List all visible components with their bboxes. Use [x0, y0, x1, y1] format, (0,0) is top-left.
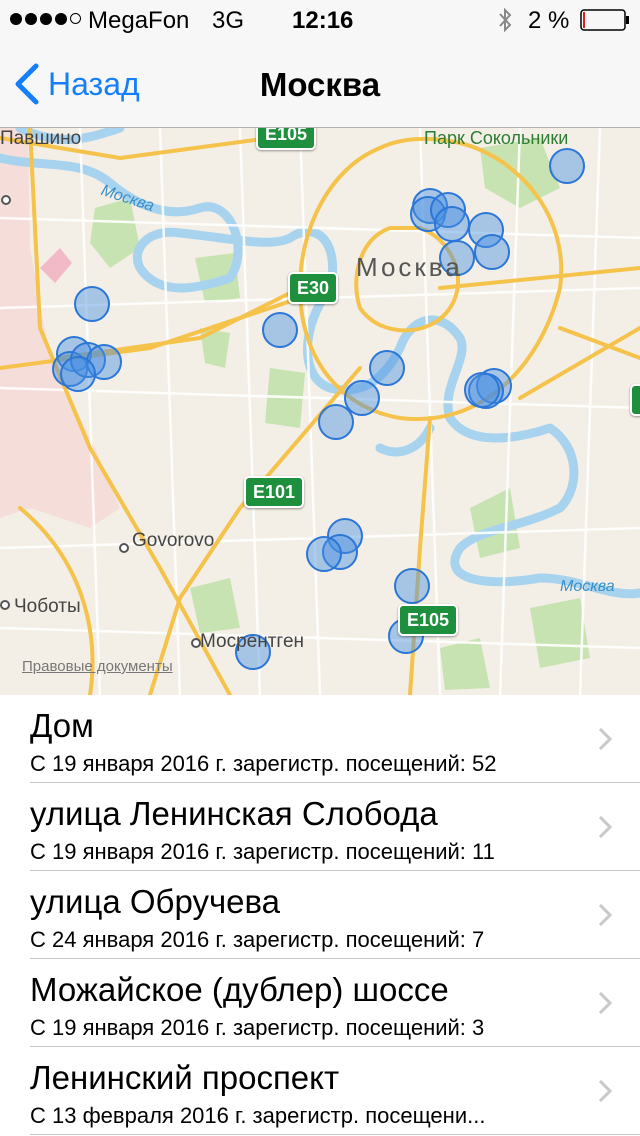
map-label-mosrentgen: Мосрентген — [200, 631, 305, 652]
network-type: 3G — [212, 7, 245, 34]
place-name: Можайское (дублер) шоссе — [30, 971, 449, 1008]
map-canvas — [0, 128, 640, 695]
signal-strength-icon — [10, 13, 84, 41]
chevron-right-icon — [598, 991, 612, 1015]
place-detail: С 19 января 2016 г. зарегистр. посещений… — [30, 839, 495, 864]
place-detail: С 19 января 2016 г. зарегистр. посещений… — [30, 1015, 485, 1040]
carrier-name: MegaFon — [88, 7, 190, 34]
map-river-label-2: Москва — [560, 578, 615, 595]
highway-shield-edge — [630, 384, 640, 416]
place-name: Ленинский проспект — [30, 1059, 340, 1096]
battery-icon — [580, 9, 630, 38]
battery-percent: 2 % — [528, 7, 570, 34]
map-view[interactable]: Павшино Парк Сокольники Москва Govorovo … — [0, 128, 640, 695]
page-title: Москва — [259, 66, 381, 103]
place-detail: С 24 января 2016 г. зарегистр. посещений… — [30, 927, 485, 952]
highway-shield-e105: E105 — [398, 604, 459, 636]
map-label-govorovo: Govorovo — [132, 530, 215, 551]
map-label-chobotoy: Чоботы — [14, 596, 81, 617]
chevron-right-icon — [598, 727, 612, 751]
map-label-pavshino: Павшино — [0, 128, 82, 149]
list-item[interactable]: Можайское (дублер) шоссе С 19 января 201… — [0, 959, 640, 1047]
list-item[interactable]: улица Обручева С 24 января 2016 г. зарег… — [0, 871, 640, 959]
places-list: Дом С 19 января 2016 г. зарегистр. посещ… — [0, 695, 640, 1135]
list-item[interactable]: Дом С 19 января 2016 г. зарегистр. посещ… — [0, 695, 640, 783]
map-label-park: Парк Сокольники — [424, 128, 569, 148]
highway-shield-e105-top: E105 — [256, 128, 317, 150]
place-name: улица Обручева — [30, 883, 280, 920]
chevron-right-icon — [598, 1079, 612, 1103]
list-item[interactable]: Ленинский проспект С 13 февраля 2016 г. … — [0, 1047, 640, 1135]
highway-shield-e30: E30 — [288, 272, 339, 304]
navigation-bar: Назад Москва — [0, 40, 640, 128]
place-name: Дом — [30, 707, 94, 744]
highway-shield-e101: E101 — [244, 476, 305, 508]
status-bar: MegaFon 3G 12:16 2 % — [0, 0, 640, 40]
place-name: улица Ленинская Слобода — [30, 795, 438, 832]
map-label-city: Москва — [356, 252, 463, 282]
chevron-right-icon — [598, 815, 612, 839]
list-item[interactable]: улица Ленинская Слобода С 19 января 2016… — [0, 783, 640, 871]
chevron-right-icon — [598, 903, 612, 927]
clock: 12:16 — [292, 7, 354, 34]
legal-link[interactable]: Правовые документы — [22, 658, 173, 675]
bluetooth-icon — [498, 7, 512, 39]
place-detail: С 19 января 2016 г. зарегистр. посещений… — [30, 751, 497, 776]
place-detail: С 13 февраля 2016 г. зарегистр. посещени… — [30, 1103, 486, 1128]
